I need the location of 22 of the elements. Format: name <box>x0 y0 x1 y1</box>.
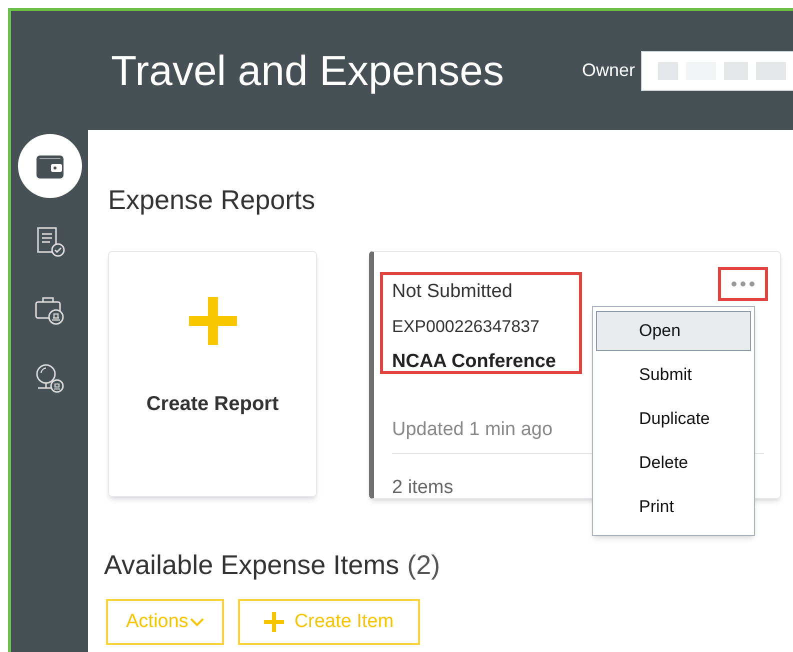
app-title: Travel and Expenses <box>111 46 504 96</box>
menu-item[interactable]: Delete <box>596 443 751 483</box>
item-count-label: (2) <box>407 548 440 582</box>
item-count: 2 items <box>392 476 454 500</box>
updated-time: Updated 1 min ago <box>392 418 553 442</box>
more-button[interactable] <box>718 266 768 300</box>
report-status: Not Submitted <box>392 280 512 304</box>
menu-item[interactable]: Duplicate <box>596 399 751 439</box>
card-label: Create Report <box>146 392 279 416</box>
owner-label: Owner <box>582 59 636 82</box>
chevron-down-icon <box>190 618 204 626</box>
menu-item[interactable]: Submit <box>596 355 751 395</box>
create-report-card[interactable]: Create Report <box>108 250 317 496</box>
section-heading: Expense Reports <box>108 184 316 217</box>
report-number: EXP000226347837 <box>392 316 540 338</box>
report-name: NCAA Conference <box>392 350 556 374</box>
section-heading: Available Expense Items <box>104 548 400 582</box>
menu-item[interactable]: Open <box>596 311 751 351</box>
plus-icon <box>188 296 236 344</box>
owner-field[interactable] <box>641 50 793 90</box>
plus-icon <box>264 612 284 632</box>
more-icon <box>731 280 755 286</box>
